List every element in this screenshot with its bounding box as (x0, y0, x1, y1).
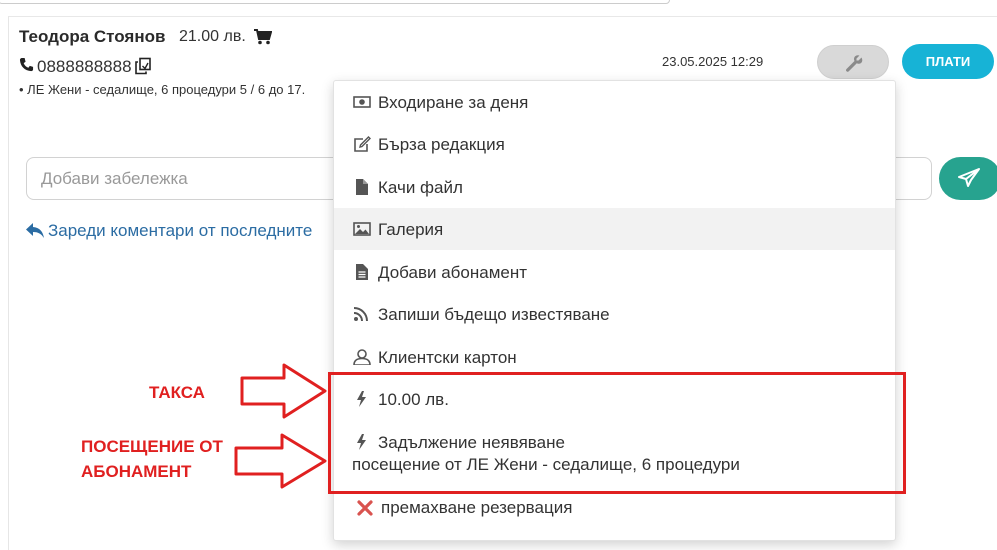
image-icon (353, 222, 371, 236)
service-line: • ЛЕ Жени - седалище, 6 процедури 5 / 6 … (19, 82, 306, 97)
send-note-button[interactable] (939, 157, 997, 200)
menu-item-label: Клиентски картон (378, 348, 517, 367)
menu-item-upload-file[interactable]: Качи файл (334, 166, 895, 208)
menu-item-quick-edit[interactable]: Бърза редакция (334, 123, 895, 165)
wrench-icon (845, 55, 863, 72)
client-price: 21.00 лв. (179, 28, 246, 45)
menu-item-label: Галерия (378, 220, 444, 239)
money-icon (353, 96, 371, 108)
client-phone: 0888888888 (37, 57, 132, 76)
file-icon (356, 179, 368, 195)
edit-icon (354, 136, 371, 152)
copy-icon[interactable] (134, 57, 152, 75)
menu-item-label: премахване резервация (381, 498, 573, 517)
annotation-fee: ТАКСА (149, 383, 205, 402)
highlight-box (328, 372, 906, 494)
pay-button[interactable]: ПЛАТИ (902, 44, 994, 79)
menu-item-label: Запиши бъдещо известяване (378, 305, 610, 324)
cart-icon[interactable] (254, 29, 272, 45)
close-icon (357, 500, 373, 516)
note-placeholder: Добави забележка (41, 169, 188, 188)
menu-item-label: Качи файл (378, 178, 463, 197)
user-icon (353, 349, 371, 365)
annotation-visit-line1: ПОСЕЩЕНИЕ ОТ (81, 437, 223, 456)
send-icon (958, 168, 980, 187)
rss-icon (353, 307, 368, 322)
client-name: Теодора Стоянов (19, 27, 166, 46)
phone-icon (19, 57, 34, 72)
document-icon (356, 264, 368, 280)
menu-item-add-subscription[interactable]: Добави абонамент (334, 251, 895, 293)
arrow-icon (240, 363, 327, 419)
menu-item-daily-checkin[interactable]: Входиране за деня (334, 81, 895, 123)
menu-item-future-notification[interactable]: Запиши бъдещо известяване (334, 293, 895, 335)
tools-button[interactable] (817, 45, 889, 79)
annotation-visit-line2: АБОНАМЕНТ (81, 462, 192, 481)
arrow-icon (234, 433, 327, 489)
menu-item-label: Входиране за деня (378, 93, 529, 112)
menu-item-label: Добави абонамент (378, 263, 528, 282)
menu-item-label: Бърза редакция (378, 135, 505, 154)
reservation-datetime: 23.05.2025 12:29 (662, 54, 764, 69)
reply-icon[interactable] (25, 222, 45, 240)
menu-item-gallery[interactable]: Галерия (334, 208, 895, 250)
load-comments-link[interactable]: Зареди коментари от последните (48, 221, 338, 241)
search-input-top[interactable] (0, 0, 670, 4)
